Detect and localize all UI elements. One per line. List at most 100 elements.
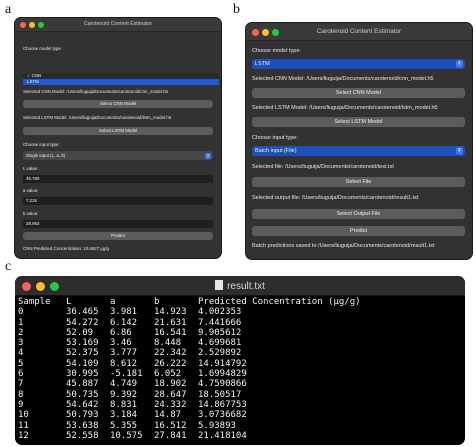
table-cell: 22.342 [154, 348, 187, 359]
table-row: 1 54.272 6.142 21.631 7.441666 [18, 318, 465, 328]
l-value-input[interactable]: 46.789 [23, 175, 213, 183]
chevron-updown-icon: ⇕ [456, 60, 463, 68]
table-cell: 27.841 [154, 430, 187, 441]
table-row: 4 52.375 3.777 22.342 2.529892 [18, 348, 465, 358]
model-type-select[interactable]: LSTM ⇕ [252, 59, 465, 69]
table-cell: 3.46 [110, 338, 132, 349]
estimator-window-b: Carotenoid Content Estimator Choose mode… [246, 23, 472, 259]
table-cell: 3.184 [110, 410, 138, 421]
table-cell: 16.541 [154, 327, 187, 338]
batch-status-text: Batch predictions saved to /Users/liugui… [252, 243, 435, 249]
model-type-selected-value: LSTM [255, 61, 270, 67]
input-type-select[interactable]: Batch input (File) ⇕ [252, 146, 465, 156]
model-type-dropdown-list[interactable]: ✓ CNN LSTM [23, 73, 219, 85]
table-cell: 14.87 [154, 410, 182, 421]
table-cell: 14.923 [154, 307, 187, 318]
table-cell: 54.272 [66, 317, 99, 328]
table-cell: 4 [18, 348, 24, 359]
select-lstm-model-button[interactable]: Select LSTM Model [23, 127, 213, 135]
table-cell: 53.169 [66, 338, 99, 349]
b-value-input[interactable]: 28.963 [23, 220, 213, 228]
b-value-label: b value: [23, 211, 39, 216]
prediction-result-text: CNN Predicted Concentration: 10.6627 µg/… [23, 246, 110, 251]
table-cell: 4.7590866 [198, 379, 247, 390]
table-cell: 8.448 [154, 338, 182, 349]
lstm-model-path-text: Selected LSTM Model: /Users/liuguija/Doc… [23, 115, 172, 120]
table-cell: 14.914792 [198, 358, 247, 369]
table-cell: 1.6994829 [198, 369, 247, 380]
table-cell: 3 [18, 338, 24, 349]
select-cnn-model-button[interactable]: Select CNN Model [252, 88, 465, 98]
table-cell: 4.002353 [198, 307, 242, 318]
panel-label-c: c [5, 259, 12, 274]
table-cell: 9.392 [110, 389, 138, 400]
table-cell: 36.465 [66, 307, 99, 318]
table-row: 7 45.887 4.749 18.902 4.7590866 [18, 379, 465, 389]
result-file-window: result.txt Sample La b Predicted Concentrat… [15, 276, 465, 445]
column-header: a [110, 297, 116, 307]
table-cell: 6 [18, 369, 24, 380]
table-cell: 10 [18, 410, 29, 421]
table-cell: 8.831 [110, 399, 138, 410]
table-cell: 9 [18, 399, 24, 410]
table-cell: 52.375 [66, 348, 99, 359]
column-header: Sample [18, 297, 51, 307]
column-header: b [154, 297, 160, 307]
table-cell: 0 [18, 307, 24, 318]
select-output-file-button[interactable]: Select Output File [252, 209, 465, 219]
a-value-label: a value: [23, 188, 39, 193]
predict-button[interactable]: Predict [23, 232, 213, 240]
table-cell: 6.142 [110, 317, 138, 328]
table-cell: 12 [18, 430, 29, 441]
table-cell: 3.0736682 [198, 410, 247, 421]
input-type-label: Choose input type: [252, 135, 298, 141]
table-cell: -5.181 [110, 369, 143, 380]
file-name: result.txt [227, 281, 265, 292]
table-cell: 24.332 [154, 399, 187, 410]
table-cell: 54.642 [66, 399, 99, 410]
column-header: L [66, 297, 72, 307]
panel-label-a: a [5, 2, 12, 17]
input-type-selected-value: Batch input (File) [255, 148, 297, 154]
table-cell: 52.558 [66, 430, 99, 441]
table-cell: 6.86 [110, 327, 132, 338]
table-cell: 3.777 [110, 348, 138, 359]
select-file-button[interactable]: Select File [252, 177, 465, 187]
table-row: 8 50.735 9.392 28.647 18.50517 [18, 390, 465, 400]
table-cell: 8 [18, 389, 24, 400]
table-cell: 9.905612 [198, 327, 242, 338]
input-type-select[interactable]: Single input (L, a, b) ⇕ [23, 151, 213, 160]
lstm-model-path-text: Selected LSTM Model: /Users/liuguija/Doc… [252, 105, 438, 111]
table-cell: 7 [18, 379, 24, 390]
table-cell: 5.355 [110, 420, 138, 431]
model-option-lstm[interactable]: LSTM [23, 79, 219, 85]
table-cell: 16.512 [154, 420, 187, 431]
l-value-label: L value: [23, 166, 39, 171]
table-cell: 11 [18, 420, 29, 431]
selected-output-file-text: Selected output file: /Users/liuguija/Do… [252, 195, 419, 201]
table-row: 2 52.09 6.86 16.541 9.905612 [18, 328, 465, 338]
document-icon [215, 280, 224, 290]
window-titlebar: Carotenoid Content Estimator [246, 23, 472, 41]
table-cell: 4.699681 [198, 338, 242, 349]
window-title: result.txt [15, 280, 465, 292]
window-titlebar: result.txt [15, 276, 465, 296]
select-cnn-model-button[interactable]: Select CNN Model [23, 100, 213, 108]
table-cell: 28.647 [154, 389, 187, 400]
predict-button[interactable]: Predict [252, 226, 465, 236]
select-lstm-model-button[interactable]: Select LSTM Model [252, 117, 465, 127]
table-row: 0 36.465 3.981 14.923 4.002353 [18, 307, 465, 317]
table-cell: 8.612 [110, 358, 138, 369]
table-cell: 53.638 [66, 420, 99, 431]
table-cell: 26.222 [154, 358, 187, 369]
table-cell: 1 [18, 317, 24, 328]
chevron-updown-icon: ⇕ [205, 152, 211, 159]
table-cell: 4.749 [110, 379, 138, 390]
table-cell: 18.50517 [198, 389, 242, 400]
table-row: 3 53.169 3.46 8.448 4.699681 [18, 338, 465, 348]
window-title: Carotenoid Content Estimator [83, 21, 153, 27]
table-cell: 5.93893 [198, 420, 236, 431]
table-cell: 5 [18, 358, 24, 369]
a-value-input[interactable]: 7.226 [23, 197, 213, 205]
window-title: Carotenoid Content Estimator [316, 28, 402, 35]
